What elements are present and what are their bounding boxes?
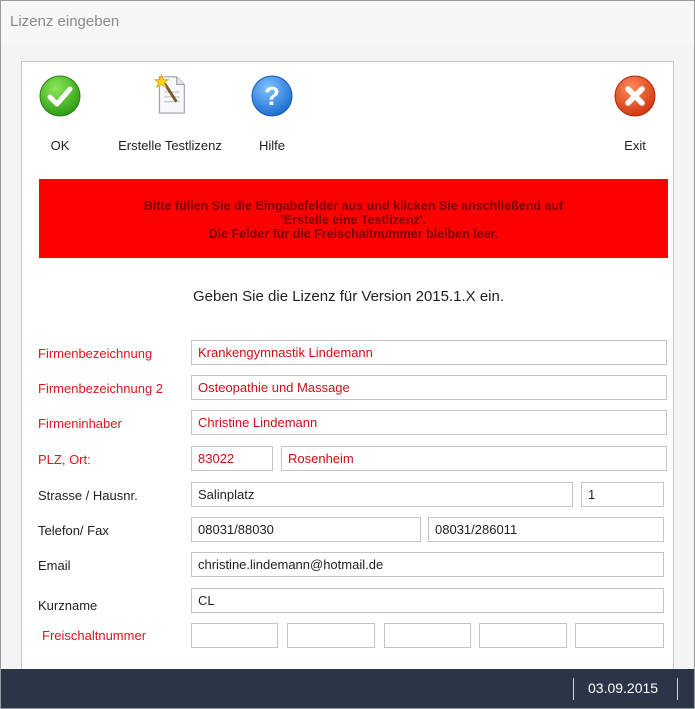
firma2-input[interactable] <box>191 375 667 400</box>
kurzname-input[interactable] <box>191 588 664 613</box>
status-bar: 03.09.2015 <box>1 669 694 708</box>
title-bar: Lizenz eingeben <box>1 1 694 45</box>
exit-button[interactable]: Exit <box>610 65 660 155</box>
svg-text:?: ? <box>264 81 280 111</box>
telefon-fax-label: Telefon/ Fax <box>38 523 109 538</box>
banner-line-1: Bitte füllen Sie die Eingabefelder aus u… <box>143 199 564 213</box>
freischalt-input-2[interactable] <box>287 623 375 648</box>
ort-input[interactable] <box>281 446 667 471</box>
document-wand-icon <box>153 73 185 114</box>
help-label: Hilfe <box>258 138 285 153</box>
email-input[interactable] <box>191 552 664 577</box>
freischalt-input-5[interactable] <box>575 623 664 648</box>
strasse-label: Strasse / Hausnr. <box>38 488 138 503</box>
freischalt-input-3[interactable] <box>384 623 471 648</box>
help-button[interactable]: ? Hilfe <box>247 65 297 155</box>
ok-button[interactable]: OK <box>35 65 85 155</box>
firma2-label: Firmenbezeichnung 2 <box>38 381 164 396</box>
plz-ort-label: PLZ, Ort: <box>38 452 91 467</box>
status-date: 03.09.2015 <box>588 680 659 696</box>
status-separator-right <box>677 678 678 700</box>
strasse-input[interactable] <box>191 482 573 507</box>
create-testlicense-button[interactable]: Erstelle Testlizenz <box>105 65 235 155</box>
freischalt-input-4[interactable] <box>479 623 567 648</box>
kurzname-label: Kurzname <box>38 598 98 613</box>
status-separator-left <box>573 678 574 700</box>
email-label: Email <box>38 558 71 573</box>
exit-label: Exit <box>624 138 646 153</box>
firma-label: Firmenbezeichnung <box>38 346 153 361</box>
freischalt-input-1[interactable] <box>191 623 278 648</box>
plz-input[interactable] <box>191 446 273 471</box>
close-icon <box>614 75 656 117</box>
inhaber-input[interactable] <box>191 410 667 435</box>
version-heading: Geben Sie die Lizenz für Version 2015.1.… <box>192 288 505 305</box>
telefon-input[interactable] <box>191 517 421 542</box>
question-icon: ? <box>251 75 293 117</box>
info-banner: Bitte füllen Sie die Eingabefelder aus u… <box>39 179 668 258</box>
firma-input[interactable] <box>191 340 667 365</box>
banner-line-3: Die Felder für die Freischaltnummer blei… <box>208 227 499 241</box>
license-dialog: Lizenz eingeben OK Erstelle Testlizenz ? <box>0 0 695 709</box>
freischaltnummer-label: Freischaltnummer <box>42 628 147 643</box>
hausnr-input[interactable] <box>581 482 664 507</box>
fax-input[interactable] <box>428 517 664 542</box>
banner-line-2: 'Erstelle eine Testlizenz'. <box>280 213 427 227</box>
window-title: Lizenz eingeben <box>10 13 120 30</box>
inhaber-label: Firmeninhaber <box>38 416 122 431</box>
create-testlicense-label: Erstelle Testlizenz <box>118 138 222 153</box>
ok-label: OK <box>50 138 70 153</box>
check-icon <box>39 75 81 117</box>
